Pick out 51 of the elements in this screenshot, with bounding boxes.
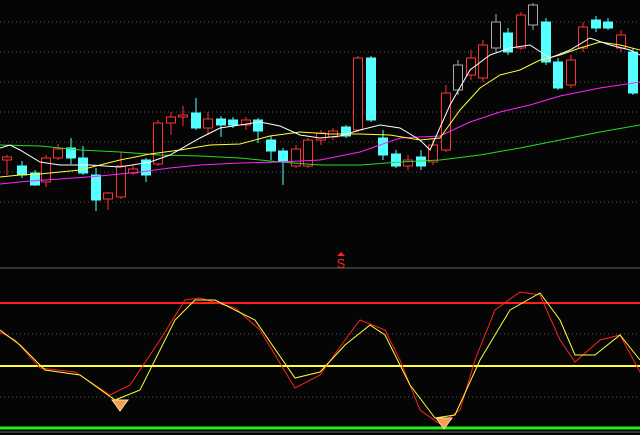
candlestick: [316, 130, 326, 146]
diamond-icon: [111, 400, 129, 412]
candlestick: [491, 14, 501, 52]
candlestick: [116, 152, 126, 200]
candlestick: [503, 28, 513, 56]
candlestick: [53, 144, 63, 160]
candlestick: [603, 18, 613, 30]
candlestick: [178, 106, 188, 126]
candlestick: [366, 56, 376, 122]
triangle-icon: [337, 252, 345, 256]
candlestick: [566, 54, 576, 88]
candlestick: [103, 192, 113, 210]
candlestick: [578, 22, 588, 52]
candlestick: [528, 2, 538, 30]
candlestick: [616, 30, 626, 52]
candlestick: [466, 50, 476, 80]
candlestick: [391, 150, 401, 168]
candlestick: [541, 18, 551, 66]
candlestick: [478, 40, 488, 82]
candlestick: [591, 16, 601, 32]
candlestick: [441, 84, 451, 152]
candlestick: [628, 48, 638, 96]
candlestick: [228, 116, 238, 128]
candlestick: [141, 158, 151, 182]
candlestick: [128, 164, 138, 176]
candlestick: [66, 138, 76, 164]
indicator-label: S: [336, 256, 346, 271]
candlestick: [203, 112, 213, 136]
candlestick: [291, 144, 301, 168]
candlestick: [78, 146, 88, 176]
candlestick: [303, 138, 313, 168]
candlestick: [278, 148, 288, 186]
diamond-icon: [435, 418, 453, 430]
candlestick: [328, 128, 338, 140]
candlestick: [166, 112, 176, 136]
candlestick: [553, 58, 563, 90]
candlestick: [416, 150, 426, 170]
candlestick: [191, 98, 201, 130]
candlestick: [516, 12, 526, 50]
candlestick: [153, 120, 163, 166]
candlestick: [428, 140, 438, 166]
candlestick: [378, 130, 388, 160]
candlestick: [2, 154, 12, 176]
candlestick: [266, 136, 276, 160]
candlestick: [453, 60, 463, 96]
candlestick: [91, 168, 101, 212]
candlestick: [17, 160, 27, 178]
candlestick: [403, 154, 413, 170]
candlestick: [253, 118, 263, 144]
candlestick: [241, 116, 251, 130]
candlestick: [216, 116, 226, 138]
